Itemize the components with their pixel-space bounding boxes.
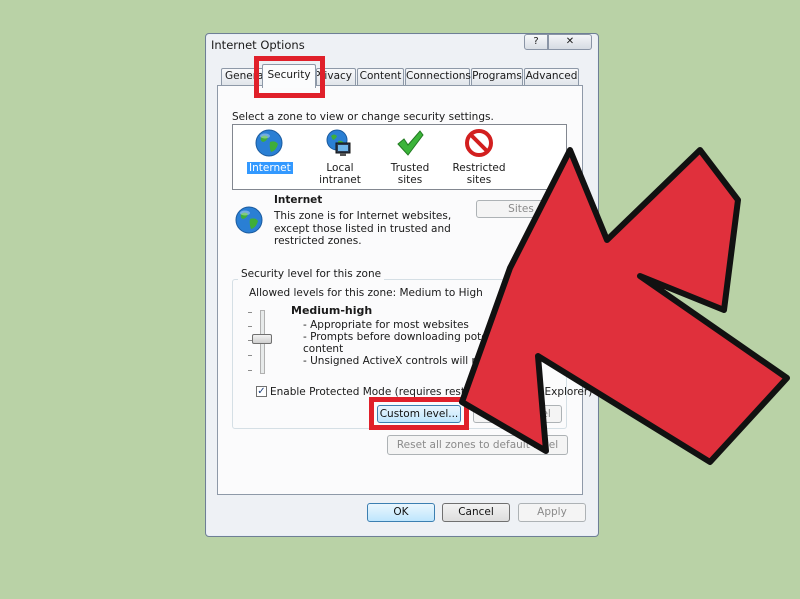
slider-tick bbox=[248, 312, 252, 313]
sites-button[interactable]: Sites bbox=[476, 200, 566, 218]
level-bullet: - Appropriate for most websites bbox=[303, 319, 469, 331]
protected-mode-checkbox[interactable]: ✓ bbox=[256, 386, 267, 397]
level-name: Medium-high bbox=[291, 304, 373, 317]
zone-internet[interactable]: Internet bbox=[241, 126, 297, 176]
globe-icon bbox=[255, 129, 283, 157]
zone-description-line: restricted zones. bbox=[274, 235, 362, 247]
globe-icon bbox=[235, 206, 263, 234]
no-entry-icon bbox=[465, 129, 493, 157]
tab-connections[interactable]: Connections bbox=[405, 68, 471, 85]
slider-tick bbox=[248, 326, 252, 327]
close-button[interactable]: ✕ bbox=[548, 34, 592, 50]
slider-tick bbox=[248, 370, 252, 371]
slider-tick bbox=[248, 355, 252, 356]
apply-button[interactable]: Apply bbox=[518, 503, 586, 522]
zone-info-description: This zone is for Internet websites, exce… bbox=[274, 210, 451, 248]
reset-all-zones-button[interactable]: Reset all zones to default level bbox=[387, 435, 568, 455]
zone-label-restricted-sites: Restricted sites bbox=[452, 162, 506, 186]
window-title: Internet Options bbox=[211, 38, 305, 52]
level-bullet: - Unsigned ActiveX controls will not be bbox=[303, 355, 506, 367]
zone-prompt: Select a zone to view or change security… bbox=[232, 111, 494, 123]
allowed-levels-text: Allowed levels for this zone: Medium to … bbox=[249, 287, 483, 299]
zone-label-internet: Internet bbox=[247, 162, 293, 174]
intranet-icon bbox=[326, 129, 351, 156]
tab-advanced[interactable]: Advanced bbox=[524, 68, 579, 85]
help-button[interactable]: ? bbox=[524, 34, 548, 50]
custom-level-highlight bbox=[369, 397, 469, 430]
level-description: - Appropriate for most websites - Prompt… bbox=[303, 319, 520, 367]
tab-programs[interactable]: Programs bbox=[471, 68, 523, 85]
default-level-button[interactable]: Default level bbox=[473, 405, 562, 423]
zone-description-line: except those listed in trusted and bbox=[274, 222, 451, 235]
zone-restricted-sites[interactable]: Restricted sites bbox=[450, 126, 508, 188]
security-slider-thumb[interactable] bbox=[252, 334, 272, 344]
tab-content[interactable]: Content bbox=[357, 68, 404, 85]
zone-label-trusted-sites: Trusted sites bbox=[390, 162, 430, 186]
zone-local-intranet[interactable]: Local intranet bbox=[304, 126, 372, 186]
zone-trusted-sites[interactable]: Trusted sites bbox=[378, 126, 442, 186]
checkmark-icon bbox=[397, 130, 424, 156]
level-bullet: content bbox=[303, 343, 344, 355]
security-level-legend: Security level for this zone bbox=[238, 268, 385, 280]
zone-info-title: Internet bbox=[274, 194, 323, 206]
zone-label-local-intranet: Local intranet bbox=[319, 162, 361, 186]
ok-button[interactable]: OK bbox=[367, 503, 435, 522]
cancel-button[interactable]: Cancel bbox=[442, 503, 510, 522]
zone-description-line: This zone is for Internet websites, bbox=[274, 210, 452, 222]
security-tab-highlight bbox=[254, 56, 325, 98]
level-bullet: - Prompts before downloading potentially bbox=[303, 331, 520, 343]
